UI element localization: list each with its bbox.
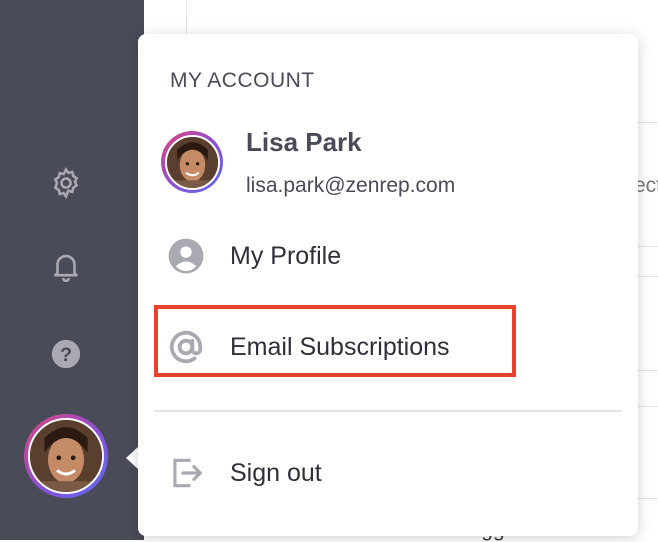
highlight-box	[154, 305, 516, 377]
user-name: Lisa Park	[246, 127, 362, 157]
menu-divider	[154, 410, 622, 412]
sign-out-icon	[166, 453, 206, 493]
my-profile-item[interactable]: My Profile	[156, 227, 616, 285]
svg-text:?: ?	[60, 344, 72, 366]
help-icon[interactable]: ?	[44, 332, 88, 376]
my-profile-label: My Profile	[230, 241, 342, 270]
account-dropdown: MY ACCOUNT Lisa Park lisa.park@zenrep.co…	[138, 34, 638, 536]
menu-heading: MY ACCOUNT	[170, 69, 315, 92]
user-email: lisa.park@zenrep.com	[246, 174, 456, 197]
avatar-button[interactable]	[24, 414, 108, 498]
user-circle-icon	[166, 236, 206, 276]
sign-out-item[interactable]: Sign out	[156, 444, 616, 502]
avatar	[28, 418, 104, 494]
left-sidebar: ?	[0, 0, 144, 540]
bell-icon[interactable]	[44, 244, 88, 288]
gear-icon[interactable]	[44, 161, 88, 205]
user-avatar	[161, 131, 223, 193]
avatar	[164, 134, 220, 190]
sign-out-label: Sign out	[230, 458, 322, 487]
